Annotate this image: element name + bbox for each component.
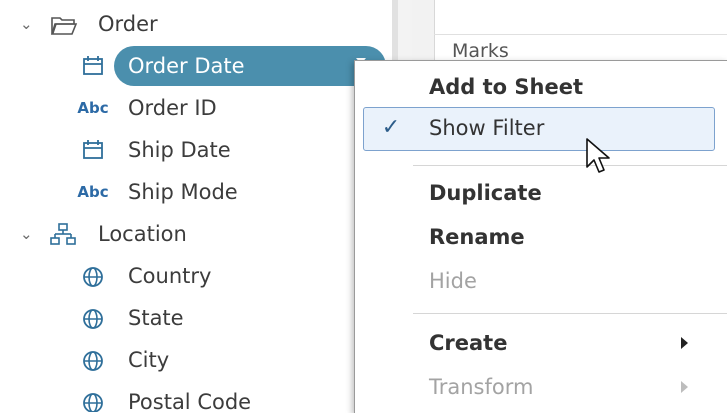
menu-item-label: Show Filter: [429, 116, 545, 140]
menu-separator: [413, 165, 727, 166]
field-row-ship-mode[interactable]: Abc Ship Mode: [0, 173, 392, 211]
field-label: Ship Mode: [128, 180, 238, 204]
menu-item-label: Add to Sheet: [429, 75, 584, 99]
folder-label: Order: [98, 12, 158, 36]
menu-item-label: Transform: [429, 375, 534, 399]
checkmark-icon: ✓: [381, 115, 401, 140]
field-label: Postal Code: [128, 390, 252, 412]
menu-item-label: Duplicate: [429, 181, 542, 205]
field-row-state[interactable]: State: [0, 299, 392, 337]
submenu-arrow-icon: [681, 381, 688, 393]
globe-icon: [76, 341, 110, 379]
folder-icon: [50, 5, 78, 43]
field-row-city[interactable]: City: [0, 341, 392, 379]
field-label: Order Date: [128, 54, 245, 78]
string-icon: Abc: [76, 89, 110, 127]
date-icon: [76, 47, 110, 85]
date-icon: [76, 131, 110, 169]
menu-item-duplicate[interactable]: Duplicate: [355, 173, 727, 213]
field-label: State: [128, 306, 184, 330]
field-label: Order ID: [128, 96, 217, 120]
abc-text: Abc: [77, 99, 109, 117]
folder-label: Location: [98, 222, 187, 246]
marks-card-title: Marks: [452, 40, 509, 62]
globe-icon: [76, 299, 110, 337]
abc-text: Abc: [77, 183, 109, 201]
globe-icon: [76, 257, 110, 295]
menu-item-label: Hide: [429, 269, 477, 293]
menu-item-add-to-sheet[interactable]: Add to Sheet: [355, 67, 727, 107]
menu-separator: [413, 313, 727, 314]
context-menu: Add to Sheet ✓ Show Filter Duplicate Ren…: [354, 60, 727, 413]
field-row-order-id[interactable]: Abc Order ID: [0, 89, 392, 127]
menu-item-create[interactable]: Create: [355, 323, 727, 363]
divider: [434, 34, 727, 35]
data-pane: ⌄ Order Order Date Abc Order ID Ship Dat…: [0, 0, 392, 412]
submenu-arrow-icon: [681, 337, 688, 349]
menu-item-transform[interactable]: Transform: [355, 367, 727, 407]
folder-row-order[interactable]: ⌄ Order: [0, 5, 392, 43]
menu-item-rename[interactable]: Rename: [355, 217, 727, 257]
folder-row-location[interactable]: ⌄ Location: [0, 215, 392, 253]
field-row-order-date[interactable]: Order Date: [0, 47, 392, 85]
menu-item-label: Create: [429, 331, 508, 355]
field-label: Country: [128, 264, 212, 288]
string-icon: Abc: [76, 173, 110, 211]
globe-icon: [76, 383, 110, 412]
mouse-cursor-icon: [585, 137, 613, 181]
chevron-down-icon[interactable]: ⌄: [20, 5, 36, 43]
menu-item-hide[interactable]: Hide: [355, 261, 727, 301]
hierarchy-icon: [50, 215, 78, 253]
field-label: Ship Date: [128, 138, 231, 162]
field-label: City: [128, 348, 170, 372]
menu-item-label: Rename: [429, 225, 525, 249]
chevron-down-icon[interactable]: ⌄: [20, 215, 36, 253]
field-row-ship-date[interactable]: Ship Date: [0, 131, 392, 169]
menu-item-show-filter[interactable]: ✓ Show Filter: [355, 108, 727, 148]
field-row-country[interactable]: Country: [0, 257, 392, 295]
field-row-postal-code[interactable]: Postal Code: [0, 383, 392, 412]
